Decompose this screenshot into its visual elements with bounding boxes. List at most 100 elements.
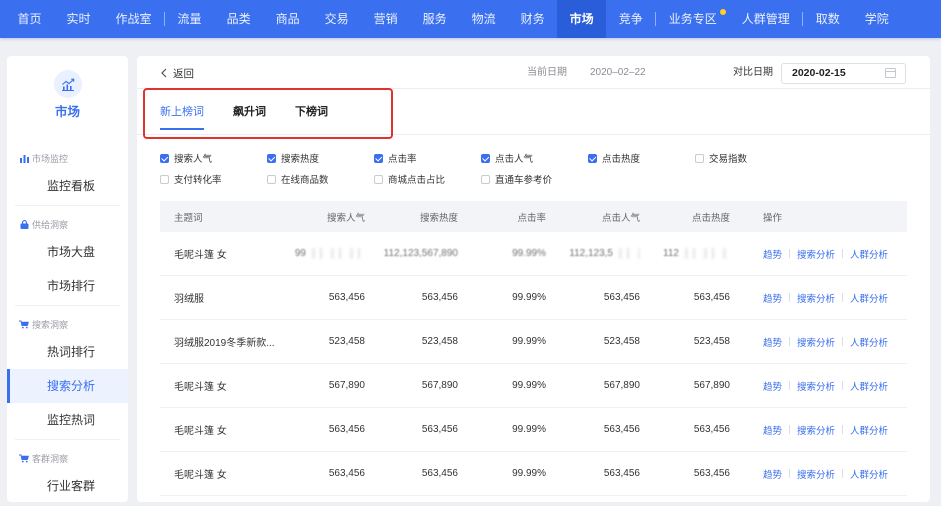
checkbox-checked[interactable] <box>267 153 276 163</box>
sidebar-item-market-ranking[interactable]: 市场排行 <box>7 269 128 303</box>
compare-date-picker[interactable]: 2020-02-15 <box>781 63 906 84</box>
checkbox-checked[interactable] <box>374 153 383 163</box>
action-search-analysis-link[interactable]: 搜索分析 <box>797 247 835 261</box>
cell-click-popularity: 112,123,5 <box>546 248 640 259</box>
nav-item-service[interactable]: 服务 <box>410 0 459 38</box>
filter-click-heat[interactable]: 点击热度 <box>588 151 695 165</box>
action-separator <box>789 425 791 434</box>
filter-through-train-reference-price[interactable]: 直通车参考价 <box>481 172 588 186</box>
current-date-label: 当前日期 <box>527 67 567 78</box>
cell-click-rate: 99.99% <box>458 468 546 479</box>
cell-click-heat: 563,456 <box>640 468 730 479</box>
cell-click-rate: 99.99% <box>458 336 546 347</box>
action-crowd-analysis-link[interactable]: 人群分析 <box>850 291 888 305</box>
nav-item-data-fetch[interactable]: 取数 <box>803 0 852 38</box>
cell-value: 523,458 <box>603 336 640 347</box>
checkbox-unchecked[interactable] <box>374 174 383 184</box>
action-separator <box>789 293 791 302</box>
cell-value: 羽绒服 <box>174 294 204 305</box>
checkbox-unchecked[interactable] <box>481 174 490 184</box>
nav-item-war-room[interactable]: 作战室 <box>103 0 164 38</box>
action-separator <box>842 249 844 258</box>
sidebar-item-monitor-hot-words[interactable]: 监控热词 <box>7 403 128 437</box>
checkbox-checked[interactable] <box>160 153 169 163</box>
filter-online-product-count[interactable]: 在线商品数 <box>267 172 374 186</box>
sidebar-item-market-overview[interactable]: 市场大盘 <box>7 235 128 269</box>
action-trend-link[interactable]: 趋势 <box>763 423 782 437</box>
action-crowd-analysis-link[interactable]: 人群分析 <box>850 423 888 437</box>
nav-item-label: 首页 <box>17 12 42 26</box>
filter-click-rate[interactable]: 点击率 <box>374 151 481 165</box>
nav-item-marketing[interactable]: 营销 <box>361 0 410 38</box>
top-navigation-bar: 首页 实时 作战室 流量 品类 商品 交易 营销 服务 物流 财务 市场 竞争 业务专区 人群管理 取数 学院 <box>0 0 941 38</box>
action-search-analysis-link[interactable]: 搜索分析 <box>797 423 835 437</box>
action-search-analysis-link[interactable]: 搜索分析 <box>797 335 835 349</box>
filter-transaction-index[interactable]: 交易指数 <box>695 151 802 165</box>
filter-label: 搜索热度 <box>281 154 320 165</box>
current-date-value: 2020–02–22 <box>590 67 646 78</box>
nav-item-category[interactable]: 品类 <box>214 0 263 38</box>
nav-item-academy[interactable]: 学院 <box>852 0 901 38</box>
action-search-analysis-link[interactable]: 搜索分析 <box>797 379 835 393</box>
checkbox-checked[interactable] <box>481 153 490 163</box>
filter-click-popularity[interactable]: 点击人气 <box>481 151 588 165</box>
action-search-analysis-link[interactable]: 搜索分析 <box>797 467 835 481</box>
action-crowd-analysis-link[interactable]: 人群分析 <box>850 247 888 261</box>
action-crowd-analysis-link[interactable]: 人群分析 <box>850 467 888 481</box>
nav-item-traffic[interactable]: 流量 <box>165 0 214 38</box>
nav-item-realtime[interactable]: 实时 <box>54 0 103 38</box>
action-separator <box>842 425 844 434</box>
table-header: 主题词 搜索人气 搜索热度 点击率 点击人气 点击热度 操作 <box>160 201 907 232</box>
nav-item-market[interactable]: 市场 <box>557 0 607 38</box>
checkbox-unchecked[interactable] <box>695 153 704 163</box>
nav-item-crowd-management[interactable]: 人群管理 <box>729 0 802 38</box>
filter-mall-click-share[interactable]: 商城点击占比 <box>374 172 481 186</box>
main-panel: 返回 当前日期 2020–02–22 对比日期 2020-02-15 新上榜词飙… <box>137 56 930 502</box>
cell-click-popularity: 563,456 <box>546 424 640 435</box>
cell-keyword: 毛呢斗篷 女 <box>160 378 285 393</box>
back-button[interactable]: 返回 <box>161 65 194 81</box>
cell-search-heat: 563,456 <box>365 468 458 479</box>
nav-item-label: 商品 <box>275 12 300 26</box>
column-header-click-popularity: 点击人气 <box>601 212 640 224</box>
nav-item-product[interactable]: 商品 <box>263 0 312 38</box>
sidebar-item-hot-word-ranking[interactable]: 热词排行 <box>7 335 128 369</box>
action-trend-link[interactable]: 趋势 <box>763 291 782 305</box>
action-trend-link[interactable]: 趋势 <box>763 335 782 349</box>
checkbox-checked[interactable] <box>588 153 597 163</box>
sidebar-item-search-analysis[interactable]: 搜索分析 <box>7 369 128 403</box>
row-actions: 趋势 搜索分析 人群分析 <box>730 467 907 481</box>
action-search-analysis-link[interactable]: 搜索分析 <box>797 291 835 305</box>
action-trend-link[interactable]: 趋势 <box>763 247 782 261</box>
metric-filters: 搜索人气 搜索热度 点击率 点击人气 点击热度 交易指数支付转化率 在线商品数 商城点击占比 直… <box>160 151 802 186</box>
filter-payment-conversion-rate[interactable]: 支付转化率 <box>160 172 267 186</box>
action-trend-link[interactable]: 趋势 <box>763 467 782 481</box>
nav-item-competition[interactable]: 竞争 <box>606 0 655 38</box>
notification-dot <box>720 9 727 15</box>
filter-search-heat[interactable]: 搜索热度 <box>267 151 374 165</box>
sidebar-item-industry-customers[interactable]: 行业客群 <box>7 469 128 502</box>
sidebar-group-market-monitor: 市场监控 监控看板 <box>7 140 128 205</box>
nav-item-business-zone[interactable]: 业务专区 <box>656 0 729 38</box>
checkbox-unchecked[interactable] <box>267 174 276 184</box>
action-crowd-analysis-link[interactable]: 人群分析 <box>850 335 888 349</box>
action-crowd-analysis-link[interactable]: 人群分析 <box>850 379 888 393</box>
nav-item-transaction[interactable]: 交易 <box>312 0 361 38</box>
sidebar-item-monitor-dashboard[interactable]: 监控看板 <box>7 169 128 203</box>
cell-click-heat: 112 <box>640 248 730 259</box>
nav-item-home[interactable]: 首页 <box>5 0 54 38</box>
calendar-icon[interactable] <box>885 68 896 78</box>
filter-search-popularity[interactable]: 搜索人气 <box>160 151 267 165</box>
sidebar-group-header: 搜索洞察 <box>7 313 128 335</box>
filter-label: 点击热度 <box>602 154 641 165</box>
cell-value: 99 <box>294 248 306 259</box>
cell-value: 563,456 <box>421 292 458 303</box>
nav-item-logistics[interactable]: 物流 <box>459 0 508 38</box>
nav-item-finance[interactable]: 财务 <box>508 0 557 38</box>
checkbox-unchecked[interactable] <box>160 174 169 184</box>
table-row: 毛呢斗篷 女 567,890 567,890 99.99% 567,890 567,890… <box>160 364 907 408</box>
action-trend-link[interactable]: 趋势 <box>763 379 782 393</box>
cell-value: 523,458 <box>421 336 458 347</box>
bar-chart-icon <box>19 153 29 163</box>
sidebar-group-title: 客群洞察 <box>32 453 69 464</box>
